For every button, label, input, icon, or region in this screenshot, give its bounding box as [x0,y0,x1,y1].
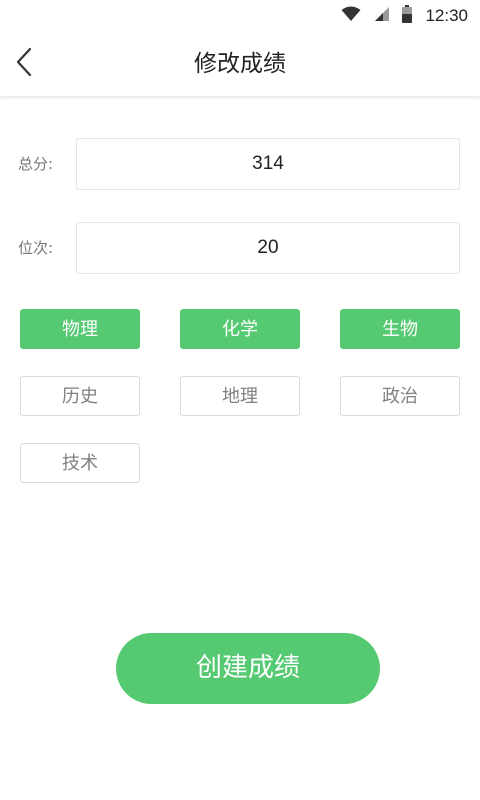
app-header: 修改成绩 [0,32,480,96]
subject-chip-politics[interactable]: 政治 [340,376,460,416]
page-title: 修改成绩 [194,51,286,77]
battery-icon [401,5,413,27]
clock: 12:30 [425,6,468,25]
create-score-button[interactable]: 创建成绩 [116,633,380,704]
subject-chip-chemistry[interactable]: 化学 [180,309,300,349]
wifi-icon [341,6,361,26]
total-score-label: 总分: [18,155,54,173]
rank-label: 位次: [18,239,54,257]
total-score-field[interactable]: 314 [76,138,460,190]
rank-row: 位次: 20 [0,222,480,274]
rank-field[interactable]: 20 [76,222,460,274]
status-bar: 12:30 [0,0,480,32]
subject-chip-physics[interactable]: 物理 [20,309,140,349]
signal-icon [373,6,390,26]
subject-chip-biology[interactable]: 生物 [340,309,460,349]
subject-chip-technology[interactable]: 技术 [20,443,140,483]
subject-chip-geography[interactable]: 地理 [180,376,300,416]
subject-chip-history[interactable]: 历史 [20,376,140,416]
total-score-row: 总分: 314 [0,138,480,190]
